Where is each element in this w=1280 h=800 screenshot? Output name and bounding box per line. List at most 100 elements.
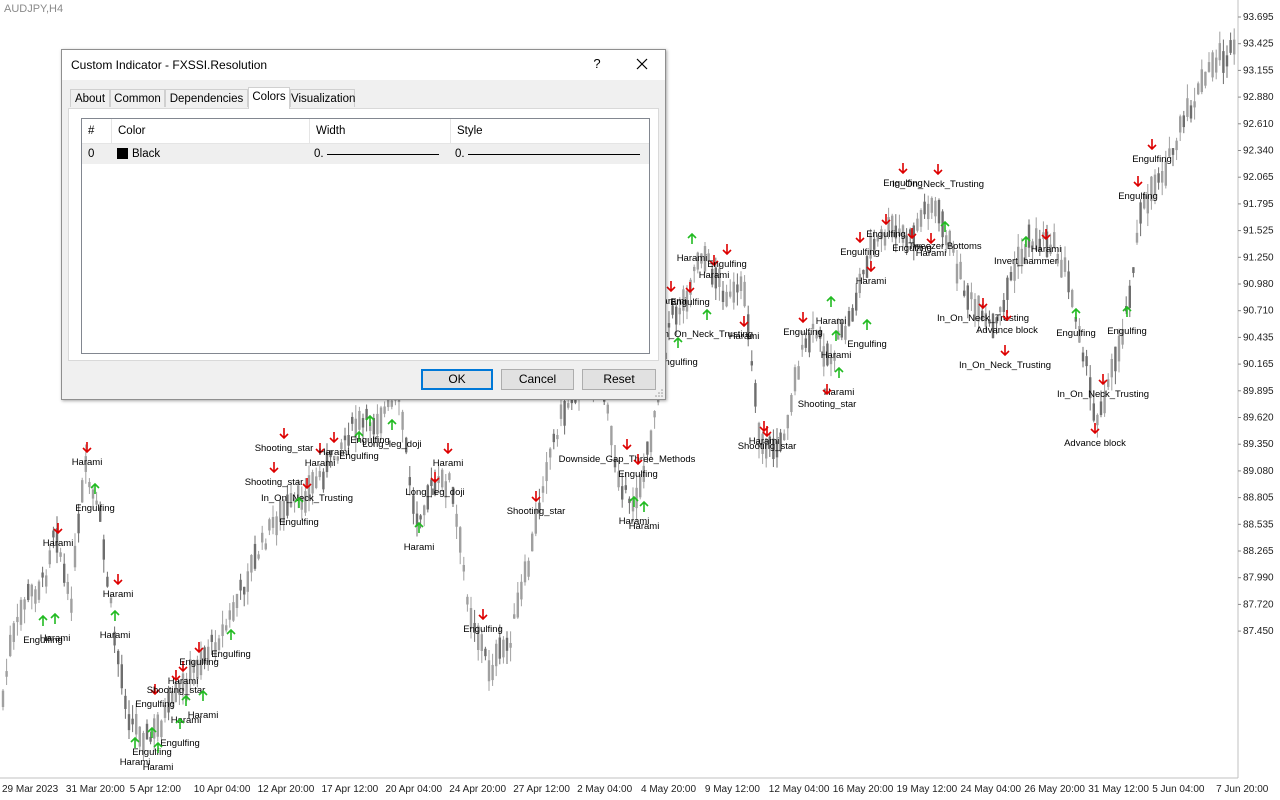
candle-body — [736, 284, 739, 293]
tab-colors[interactable]: Colors — [248, 87, 290, 109]
candle-body — [387, 399, 390, 408]
width-value[interactable]: 0. — [314, 144, 328, 164]
candle-body — [376, 413, 379, 435]
pattern-label: Harami — [433, 458, 464, 469]
color-name[interactable]: Black — [132, 144, 302, 164]
candle-body — [1179, 116, 1182, 133]
pattern-label: Engulfing — [1056, 328, 1096, 339]
column-header-color[interactable]: Color — [112, 119, 310, 143]
pattern-marker: Downside_Gap_Three_Methods — [559, 439, 696, 465]
close-button[interactable] — [627, 51, 657, 77]
candle-body — [1225, 55, 1229, 67]
column-header-index[interactable]: # — [82, 119, 112, 143]
candle-body — [610, 425, 613, 446]
candle-body — [531, 533, 534, 552]
arrow-down-icon — [1098, 374, 1108, 386]
candle-body — [844, 325, 847, 340]
candle-body — [459, 527, 462, 553]
tab-dependencies[interactable]: Dependencies — [165, 89, 248, 107]
column-header-width[interactable]: Width — [310, 119, 451, 143]
candle-body — [408, 477, 411, 486]
pattern-marker: Harami — [404, 521, 434, 553]
reset-button[interactable]: Reset — [582, 369, 656, 390]
candle-body — [797, 366, 800, 380]
arrow-down-icon — [113, 574, 123, 586]
candle-body — [1099, 401, 1103, 415]
candle-body — [221, 624, 224, 637]
arrow-up-icon — [38, 614, 48, 626]
candle-body — [624, 485, 627, 490]
candle-body — [27, 583, 30, 601]
candle-body — [513, 614, 516, 619]
pattern-label: Engulfing — [211, 649, 251, 660]
cancel-button[interactable]: Cancel — [501, 369, 574, 390]
candle-body — [502, 639, 505, 658]
candle-body — [1071, 290, 1074, 307]
tab-bar: About Common Dependencies Colors Visuali… — [70, 87, 660, 109]
candle-body — [1132, 267, 1135, 273]
custom-indicator-dialog: Custom Indicator - FXSSI.Resolution ? Ab… — [61, 49, 666, 400]
pattern-label: Harami — [629, 521, 660, 532]
color-swatch[interactable] — [117, 148, 128, 159]
resize-grip-icon[interactable] — [655, 389, 663, 397]
arrow-down-icon — [329, 432, 339, 444]
tab-common[interactable]: Common — [110, 89, 165, 107]
candle-body — [318, 471, 321, 478]
price-tick-label: 93.695 — [1243, 12, 1274, 23]
pattern-label: Engulfing — [339, 451, 379, 462]
candle-body — [729, 291, 732, 297]
time-tick-label: 4 May 20:00 — [641, 784, 696, 795]
candle-body — [358, 410, 361, 430]
price-tick-label: 87.990 — [1243, 573, 1274, 584]
candle-body — [487, 660, 491, 682]
arrow-up-icon — [862, 318, 872, 330]
pattern-label: Downside_Gap_Three_Methods — [559, 454, 696, 465]
column-header-style[interactable]: Style — [451, 119, 649, 143]
candle-body — [412, 495, 415, 514]
candle-body — [127, 714, 131, 731]
help-button[interactable]: ? — [585, 51, 609, 77]
candle-body — [466, 596, 469, 605]
pattern-label: Engulfing — [1107, 326, 1147, 337]
candle-body — [45, 575, 48, 587]
pattern-marker: In_On_Neck_Trusting — [892, 164, 984, 190]
pattern-label: Engulfing — [783, 327, 823, 338]
time-tick-label: 9 May 12:00 — [705, 784, 760, 795]
candle-body — [52, 530, 55, 538]
style-value[interactable]: 0. — [455, 144, 469, 164]
candle-body — [423, 505, 426, 516]
candle-body — [1060, 259, 1063, 278]
candle-body — [12, 623, 15, 642]
candle-body — [138, 726, 141, 747]
candle-body — [361, 418, 365, 428]
candle-body — [48, 550, 51, 565]
candle-body — [847, 311, 851, 326]
candle-body — [63, 563, 66, 583]
pattern-label: Advance block — [976, 325, 1038, 336]
candle-body — [383, 406, 386, 414]
table-row[interactable]: 0 Black 0. 0. — [82, 144, 649, 164]
tab-visualization[interactable]: Visualization — [290, 89, 355, 107]
price-tick-label: 88.535 — [1243, 519, 1274, 530]
candle-body — [419, 515, 422, 520]
ok-button[interactable]: OK — [421, 369, 493, 390]
price-tick-label: 88.805 — [1243, 493, 1274, 504]
time-tick-label: 20 Apr 04:00 — [385, 784, 442, 795]
pattern-marker: Harami — [100, 609, 130, 641]
dialog-title-bar[interactable]: Custom Indicator - FXSSI.Resolution ? — [62, 50, 665, 80]
candle-body — [520, 581, 523, 600]
price-tick-label: 92.065 — [1243, 172, 1274, 183]
candle-body — [19, 599, 23, 625]
candle-body — [937, 200, 941, 224]
price-tick-label: 90.710 — [1243, 306, 1274, 317]
candle-body — [1135, 232, 1139, 243]
pattern-label: Engulfing — [75, 503, 115, 514]
tab-about[interactable]: About — [70, 89, 110, 107]
pattern-label: Harami — [143, 762, 174, 773]
pattern-marker: Advance block — [1064, 423, 1126, 449]
candle-body — [1200, 69, 1203, 93]
price-tick-label: 93.425 — [1243, 39, 1274, 50]
candle-body — [275, 516, 278, 536]
candle-body — [448, 473, 451, 480]
candle-body — [545, 462, 548, 482]
